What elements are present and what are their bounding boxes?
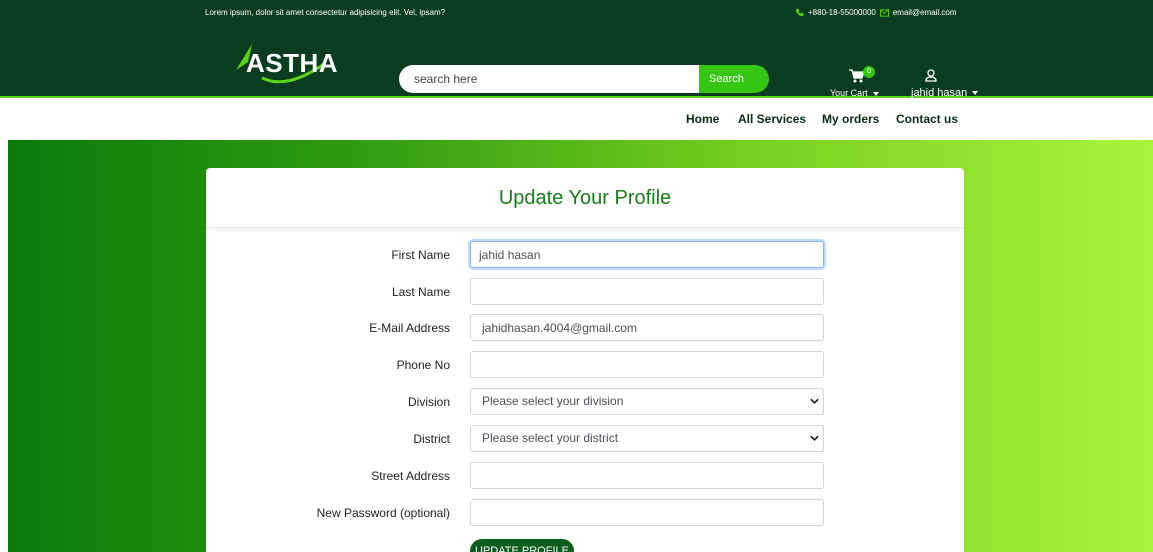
contact-info: +880-18-55000000 email@email.com [795, 8, 957, 17]
new-password-field[interactable] [470, 499, 824, 526]
form-row-first-name: First Name [206, 241, 964, 269]
phone-field[interactable] [470, 351, 824, 378]
district-select[interactable]: Please select your district [470, 425, 824, 452]
phone-label: Phone No [396, 358, 450, 372]
chevron-down-icon [810, 398, 819, 404]
street-address-field[interactable] [470, 462, 824, 489]
cart-count-badge: 0 [863, 66, 875, 78]
cart-label-text: Your Cart [830, 88, 868, 98]
mail-icon [879, 8, 889, 17]
site-logo[interactable]: ASTHA [232, 38, 342, 88]
search-input[interactable] [399, 65, 704, 93]
district-label: District [413, 432, 450, 446]
chevron-down-icon [972, 91, 979, 96]
phone-number[interactable]: +880-18-55000000 [808, 8, 876, 17]
division-selected-value: Please select your division [482, 394, 624, 408]
nav-contact-us[interactable]: Contact us [896, 112, 958, 126]
user-name: jahid hasan [911, 87, 968, 99]
first-name-label: First Name [391, 248, 450, 262]
first-name-field[interactable] [470, 241, 824, 268]
chevron-down-icon [872, 91, 879, 96]
form-row-street-address: Street Address [206, 462, 964, 490]
search-bar: Search [399, 65, 769, 93]
form-row-last-name: Last Name [206, 278, 964, 306]
street-address-label: Street Address [371, 469, 450, 483]
nav-home[interactable]: Home [686, 112, 719, 126]
update-profile-button[interactable]: UPDATE PROFILE [470, 539, 574, 552]
form-row-division: Division Please select your division [206, 388, 964, 416]
last-name-label: Last Name [391, 285, 450, 299]
main-header: ASTHA Search 0 Your Cart jahid hasan [0, 25, 1153, 99]
form-row-email: E-Mail Address [206, 314, 964, 342]
district-selected-value: Please select your district [482, 431, 619, 445]
profile-card: Update Your Profile First Name Last Name… [206, 168, 964, 552]
cart-label: Your Cart [830, 88, 879, 98]
tagline: Lorem ipsum, dolor sit amet consectetur … [205, 8, 446, 17]
division-select[interactable]: Please select your division [470, 388, 824, 415]
email-field[interactable] [470, 314, 824, 341]
phone-icon [795, 8, 804, 17]
user-menu-label: jahid hasan [911, 87, 979, 99]
nav-my-orders[interactable]: My orders [822, 112, 879, 126]
email-address[interactable]: email@email.com [893, 8, 957, 17]
card-header: Update Your Profile [206, 168, 964, 228]
search-button[interactable]: Search [699, 65, 769, 93]
form-row-district: District Please select your district [206, 425, 964, 453]
new-password-label: New Password (optional) [316, 506, 450, 520]
email-label: E-Mail Address [369, 321, 450, 335]
top-info-bar: Lorem ipsum, dolor sit amet consectetur … [0, 0, 1153, 25]
form-row-new-password: New Password (optional) [206, 499, 964, 527]
user-icon [925, 69, 937, 82]
main-nav: Home All Services My orders Contact us [0, 100, 1153, 140]
nav-all-services[interactable]: All Services [738, 112, 806, 126]
form-row-phone: Phone No [206, 351, 964, 379]
chevron-down-icon [810, 435, 819, 441]
division-label: Division [407, 395, 450, 409]
last-name-field[interactable] [470, 278, 824, 305]
page-title: Update Your Profile [498, 187, 672, 209]
logo-text: ASTHA [246, 48, 339, 78]
